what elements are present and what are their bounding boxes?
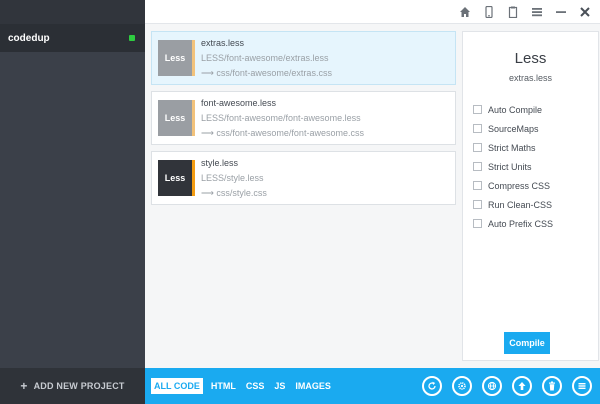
plus-icon: + [20,379,28,393]
file-item-style[interactable]: Less style.less LESS/style.less ⟶ css/st… [151,151,456,205]
menu-icon[interactable] [530,5,544,19]
globe-icon[interactable] [482,376,502,396]
less-badge: Less [158,100,195,136]
checkbox[interactable] [473,143,482,152]
sidebar: codedup + ADD NEW PROJECT [0,0,145,404]
checkbox[interactable] [473,200,482,209]
filter-images[interactable]: IMAGES [293,378,333,394]
project-name: codedup [8,32,50,44]
filter-html[interactable]: HTML [209,378,238,394]
file-item-font-awesome[interactable]: Less font-awesome.less LESS/font-awesome… [151,91,456,145]
project-item-codedup[interactable]: codedup [0,24,145,52]
checkbox[interactable] [473,162,482,171]
checkbox[interactable] [473,181,482,190]
bottom-bar: ALL CODE HTML CSS JS IMAGES [145,368,600,404]
refresh-icon[interactable] [422,376,442,396]
home-icon[interactable] [458,5,472,19]
file-output-path: ⟶ css/font-awesome/extras.css [201,68,332,78]
filter-css[interactable]: CSS [244,378,267,394]
file-source-path: LESS/font-awesome/extras.less [201,53,329,63]
option-strict-units[interactable]: Strict Units [473,157,553,176]
checkbox[interactable] [473,124,482,133]
option-auto-prefix-css[interactable]: Auto Prefix CSS [473,214,553,233]
panel-subtitle: extras.less [508,73,552,83]
file-item-extras[interactable]: Less extras.less LESS/font-awesome/extra… [151,31,456,85]
upload-icon[interactable] [512,376,532,396]
file-source-path: LESS/style.less [201,173,264,183]
phone-icon[interactable] [482,5,496,19]
minimize-icon[interactable] [554,5,568,19]
top-bar [145,0,600,24]
option-auto-compile[interactable]: Auto Compile [473,100,553,119]
file-name: extras.less [201,38,245,48]
checkbox[interactable] [473,105,482,114]
option-sourcemaps[interactable]: SourceMaps [473,119,553,138]
clipboard-icon[interactable] [506,5,520,19]
sidebar-header [0,0,145,24]
trash-icon[interactable] [542,376,562,396]
file-output-path: ⟶ css/font-awesome/font-awesome.css [201,128,364,138]
add-new-project-button[interactable]: + ADD NEW PROJECT [0,368,145,404]
close-icon[interactable] [578,5,592,19]
file-output-path: ⟶ css/style.css [201,188,267,198]
checkbox[interactable] [473,219,482,228]
panel-title: Less [514,50,547,67]
file-options-panel: Less extras.less Auto Compile SourceMaps… [462,31,599,361]
option-run-clean-css[interactable]: Run Clean-CSS [473,195,553,214]
action-buttons [422,376,592,396]
file-list: Less extras.less LESS/font-awesome/extra… [151,31,456,211]
file-source-path: LESS/font-awesome/font-awesome.less [201,113,361,123]
filter-tabs: ALL CODE HTML CSS JS IMAGES [151,378,333,394]
add-new-project-label: ADD NEW PROJECT [33,381,125,391]
option-strict-maths[interactable]: Strict Maths [473,138,553,157]
settings-icon[interactable] [452,376,472,396]
option-compress-css[interactable]: Compress CSS [473,176,553,195]
less-badge: Less [158,160,195,196]
list-icon[interactable] [572,376,592,396]
less-badge: Less [158,40,195,76]
project-status-indicator [129,35,135,41]
compile-button[interactable]: Compile [504,332,550,354]
file-name: style.less [201,158,239,168]
filter-all-code[interactable]: ALL CODE [151,378,203,394]
filter-js[interactable]: JS [272,378,287,394]
options-list: Auto Compile SourceMaps Strict Maths Str… [473,100,553,233]
file-name: font-awesome.less [201,98,277,108]
